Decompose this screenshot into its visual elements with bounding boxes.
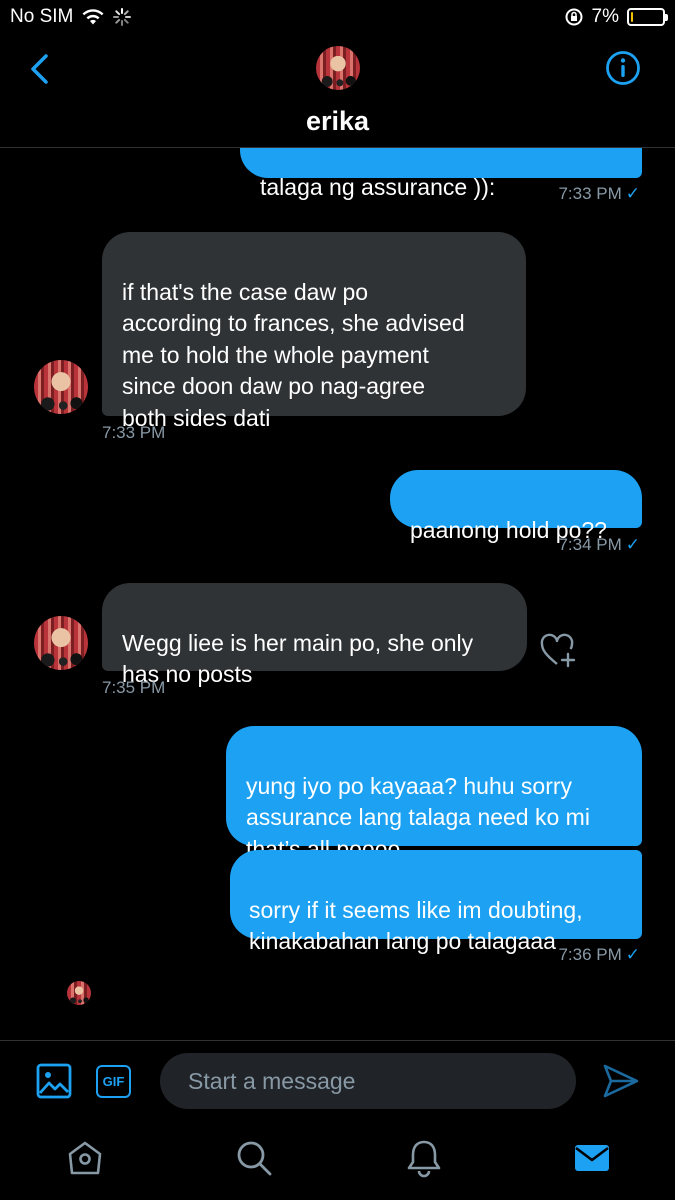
- loading-spinner-icon: [113, 8, 132, 26]
- seen-avatar: [67, 981, 91, 1005]
- read-check-icon: ✓: [625, 945, 640, 964]
- message-bubble-incoming[interactable]: Wegg liee is her main po, she only has n…: [102, 583, 527, 687]
- message-bubble-outgoing[interactable]: sorry if it seems like im doubting, kina…: [230, 850, 642, 954]
- message-bubble-outgoing[interactable]: yung iyo po kayaaa? huhu sorry assurance…: [226, 726, 642, 862]
- tab-bar: [0, 1120, 675, 1200]
- carrier-label: No SIM: [10, 6, 74, 27]
- search-icon[interactable]: [234, 1138, 274, 1178]
- message-timestamp: 7:33 PM ✓: [558, 184, 640, 203]
- read-check-icon: ✓: [625, 535, 640, 554]
- message-bubble-outgoing[interactable]: paanong hold po??: [390, 470, 642, 543]
- wifi-icon: [82, 9, 104, 25]
- send-icon[interactable]: [602, 1063, 640, 1099]
- image-icon[interactable]: [36, 1063, 72, 1099]
- battery-level: [631, 12, 633, 22]
- rotation-lock-icon: [565, 8, 583, 26]
- heart-plus-icon[interactable]: [540, 633, 578, 669]
- avatar[interactable]: [34, 616, 88, 670]
- home-icon[interactable]: [65, 1138, 105, 1178]
- message-timestamp: 7:34 PM ✓: [558, 535, 640, 554]
- notifications-icon[interactable]: [404, 1138, 444, 1178]
- chevron-left-icon[interactable]: [24, 52, 56, 86]
- message-timestamp: 7:33 PM: [102, 423, 166, 442]
- message-timestamp: 7:36 PM ✓: [558, 945, 640, 964]
- message-timestamp: 7:35 PM: [102, 678, 166, 697]
- battery-icon: [627, 8, 668, 26]
- messages-icon[interactable]: [572, 1138, 612, 1178]
- status-bar: No SIM 7%: [0, 0, 675, 36]
- conversation-header: erika: [0, 36, 675, 148]
- message-composer: GIF: [0, 1040, 675, 1120]
- avatar[interactable]: [34, 360, 88, 414]
- conversation-title[interactable]: erika: [0, 106, 675, 137]
- info-icon[interactable]: [605, 50, 641, 86]
- avatar[interactable]: [316, 46, 360, 90]
- read-check-icon: ✓: [625, 184, 640, 203]
- message-bubble-incoming[interactable]: if that's the case daw po according to f…: [102, 232, 526, 431]
- gif-button[interactable]: GIF: [96, 1065, 131, 1098]
- battery-percent: 7%: [591, 6, 619, 27]
- message-input[interactable]: [160, 1053, 576, 1109]
